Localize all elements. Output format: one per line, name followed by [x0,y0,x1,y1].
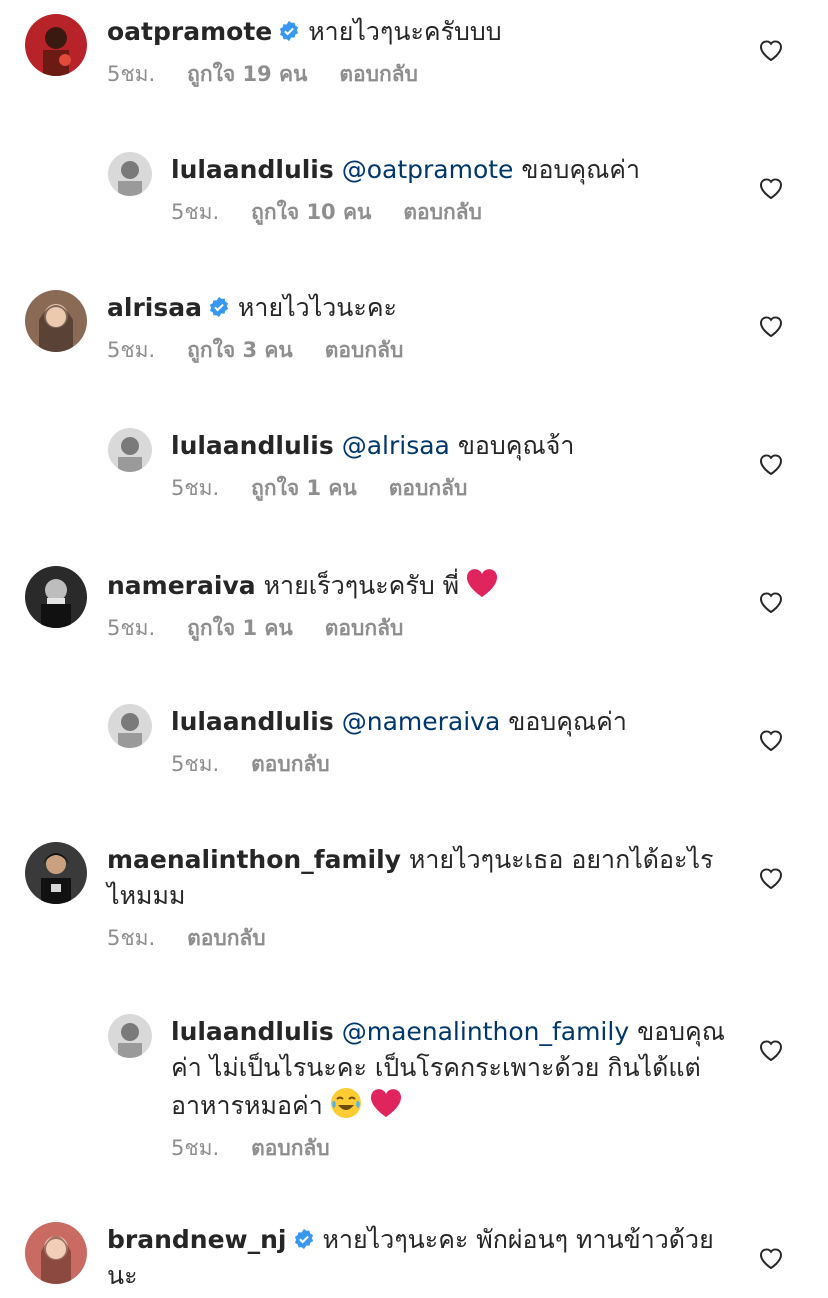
tears-of-joy-emoji-icon [329,1086,363,1120]
comment-time: 5ชม. [171,1136,220,1160]
reply-button[interactable]: ตอบกลับ [325,338,404,362]
mention-link[interactable]: @oatpramote [342,155,514,184]
reply-button[interactable]: ตอบกลับ [339,62,418,86]
comment-text: ขอบคุณจ้า [457,431,575,460]
comment-username[interactable]: lulaandlulis [171,1017,334,1046]
comment-username[interactable]: lulaandlulis [171,431,334,460]
mention-link[interactable]: @alrisaa [342,431,450,460]
likes-count[interactable]: ถูกใจ 1 คน [251,476,357,500]
likes-count[interactable]: ถูกใจ 19 คน [187,62,307,86]
avatar[interactable] [25,14,87,76]
comment-username[interactable]: lulaandlulis [171,707,334,736]
like-heart-icon[interactable] [758,1246,784,1270]
verified-badge-icon [293,1224,315,1250]
comment-time: 5ชม. [171,752,220,776]
like-heart-icon[interactable] [758,176,784,200]
like-heart-icon[interactable] [758,728,784,752]
comment-time: 5ชม. [171,200,220,224]
reply-button[interactable]: ตอบกลับ [403,200,482,224]
comment-time: 5ชม. [171,476,220,500]
comment-username[interactable]: brandnew_nj [107,1225,287,1254]
avatar[interactable] [25,842,87,904]
like-heart-icon[interactable] [758,314,784,338]
avatar[interactable] [25,1222,87,1284]
avatar[interactable] [108,428,152,472]
avatar[interactable] [108,1014,152,1058]
comment-username[interactable]: oatpramote [107,17,272,46]
comment-username[interactable]: maenalinthon_family [107,845,401,874]
mention-link[interactable]: @maenalinthon_family [342,1017,629,1046]
reply-button[interactable]: ตอบกลับ [251,752,330,776]
comment-username[interactable]: lulaandlulis [171,155,334,184]
comment-time: 5ชม. [107,62,156,86]
reply-button[interactable]: ตอบกลับ [251,1136,330,1160]
red-heart-emoji-icon [465,566,499,600]
likes-count[interactable]: ถูกใจ 10 คน [251,200,371,224]
comment-text: ขอบคุณค่า [521,155,641,184]
red-heart-emoji-icon [369,1086,403,1120]
comment-time: 5ชม. [107,338,156,362]
comment-time: 5ชม. [107,616,156,640]
likes-count[interactable]: ถูกใจ 3 คน [187,338,293,362]
reply-button[interactable]: ตอบกลับ [187,926,266,950]
comment-text: หายไวๆนะครับบบ [308,17,502,46]
mention-link[interactable]: @nameraiva [342,707,501,736]
like-heart-icon[interactable] [758,452,784,476]
avatar[interactable] [108,152,152,196]
like-heart-icon[interactable] [758,590,784,614]
likes-count[interactable]: ถูกใจ 1 คน [187,616,293,640]
reply-button[interactable]: ตอบกลับ [325,616,404,640]
verified-badge-icon [278,16,300,42]
like-heart-icon[interactable] [758,1038,784,1062]
like-heart-icon[interactable] [758,38,784,62]
avatar[interactable] [25,566,87,628]
comment-time: 5ชม. [107,926,156,950]
reply-button[interactable]: ตอบกลับ [389,476,468,500]
like-heart-icon[interactable] [758,866,784,890]
comment-username[interactable]: alrisaa [107,293,202,322]
avatar[interactable] [108,704,152,748]
comment-text: ขอบคุณค่า [508,707,627,736]
comment-text: หายเร็วๆนะครับ พี่ [263,571,460,600]
comment-text: หายไวไวนะคะ [237,293,397,322]
verified-badge-icon [208,292,230,318]
avatar[interactable] [25,290,87,352]
comment-username[interactable]: nameraiva [107,571,256,600]
